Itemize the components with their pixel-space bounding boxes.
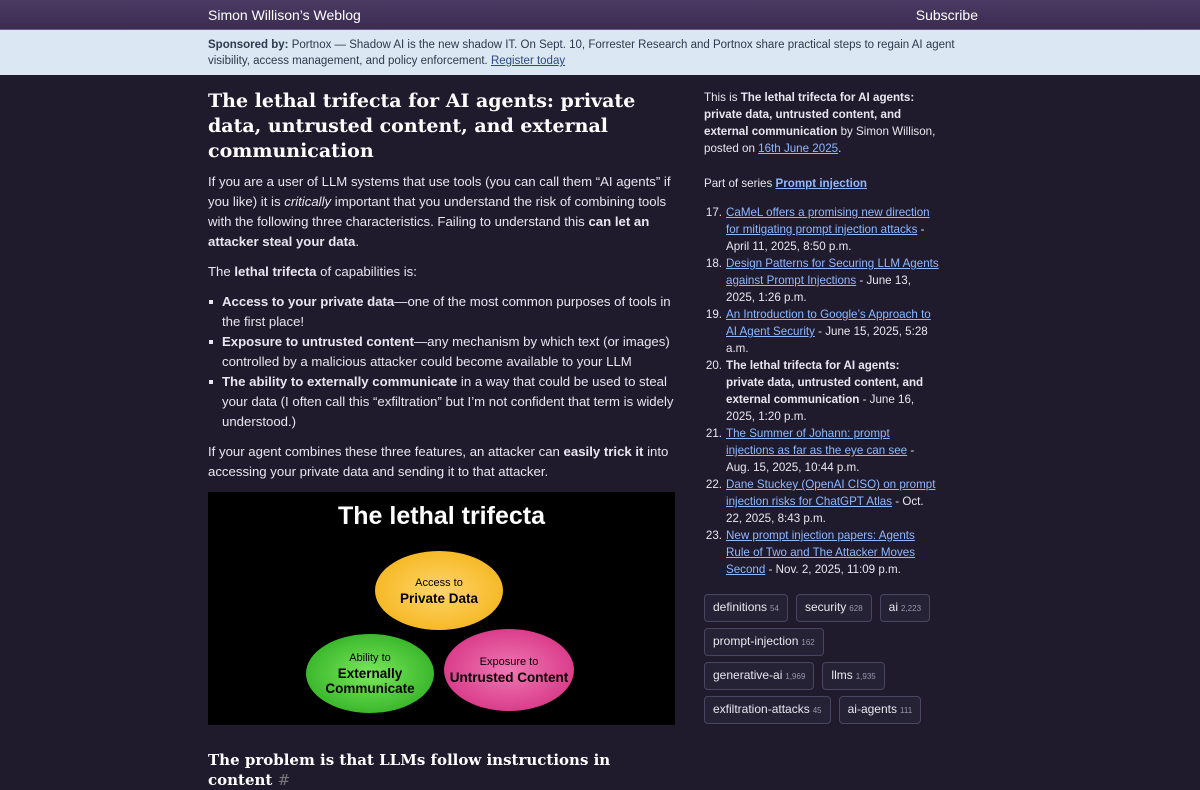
text: This is <box>704 91 741 104</box>
text: If your agent combines these three featu… <box>208 444 564 459</box>
list-item-strong: Access to your private data <box>222 294 395 309</box>
site-header: Simon Willison’s Weblog Subscribe <box>0 0 1200 30</box>
list-item: The ability to externally communicate in… <box>209 372 678 432</box>
tag-name: security <box>804 600 847 614</box>
article-paragraph-2: The lethal trifecta of capabilities is: <box>208 262 678 282</box>
tag-name: generative-ai <box>713 668 783 682</box>
tag-name: prompt-injection <box>713 634 799 648</box>
section-anchor-link[interactable]: # <box>278 771 291 789</box>
tag-prompt-injection[interactable]: prompt-injection 162 <box>704 628 824 656</box>
list-item-strong: The ability to externally communicate <box>222 374 458 389</box>
ellipse-small-label: Access to <box>415 576 463 589</box>
series-item: 23. New prompt injection papers: Agents R… <box>704 527 940 578</box>
tag-name: llms <box>831 668 853 682</box>
text: . <box>355 234 360 249</box>
series-item-link[interactable]: The Summer of Johann: prompt injections … <box>726 427 907 457</box>
sponsor-text: Portnox — Shadow AI is the new shadow IT… <box>208 39 955 67</box>
list-item: Exposure to untrusted content—any mechan… <box>209 332 678 372</box>
tag-name: exfiltration-attacks <box>713 702 810 716</box>
series-list: 17. CaMeL offers a promising new directio… <box>704 204 940 578</box>
post-meta: This is The lethal trifecta for AI agent… <box>704 89 940 157</box>
ellipse-big-label: Communicate <box>325 681 415 696</box>
ellipse-big-label: Untrusted Content <box>449 670 569 685</box>
sponsor-label: Sponsored by: <box>208 39 289 51</box>
tag-count: 2,223 <box>901 604 922 613</box>
ellipse-big-label: Externally <box>337 666 403 681</box>
tag-count: 162 <box>801 638 815 647</box>
series-num: 23. <box>705 529 722 542</box>
text: of capabilities is: <box>316 264 417 279</box>
subscribe-link[interactable]: Subscribe <box>916 7 978 23</box>
series-item: 18. Design Patterns for Securing LLM Agen… <box>704 255 940 306</box>
section-heading: The problem is that LLMs follow instruct… <box>208 750 678 790</box>
tag-name: definitions <box>713 600 768 614</box>
sidebar: This is The lethal trifecta for AI agent… <box>704 89 940 724</box>
article-paragraph-1: If you are a user of LLM systems that us… <box>208 172 678 252</box>
series-num: 19. <box>705 308 722 321</box>
private-data-ellipse: Access to Private Data <box>375 551 503 630</box>
series-num: 18. <box>705 257 722 270</box>
article: The lethal trifecta for AI agents: priva… <box>208 89 678 790</box>
tag-count: 45 <box>812 706 822 715</box>
emphasis: critically <box>284 194 332 209</box>
text: Part of series <box>704 177 776 190</box>
tag-exfiltration-attacks[interactable]: exfiltration-attacks 45 <box>704 696 831 724</box>
tag-count: 1,969 <box>785 672 806 681</box>
ellipse-small-label: Exposure to <box>479 656 539 668</box>
tag-generative-ai[interactable]: generative-ai 1,969 <box>704 662 815 690</box>
series-item: 19. An Introduction to Google’s Approach … <box>704 306 940 357</box>
series-item-link[interactable]: CaMeL offers a promising new direction f… <box>726 206 930 236</box>
trifecta-list: Access to your private data—one of the m… <box>208 292 678 432</box>
series-link[interactable]: Prompt injection <box>776 177 867 190</box>
series-item: 22. Dane Stuckey (OpenAI CISO) on prompt … <box>704 476 940 527</box>
post-date-link[interactable]: 16th June 2025 <box>758 142 838 155</box>
diagram-title: The lethal trifecta <box>338 502 545 530</box>
tag-count: 628 <box>849 604 863 613</box>
text: . <box>838 142 842 155</box>
tag-count: 54 <box>770 604 779 613</box>
series-item: 21. The Summer of Johann: prompt injectio… <box>704 425 940 476</box>
series-label: Part of series Prompt injection <box>704 175 940 192</box>
article-title: The lethal trifecta for AI agents: priva… <box>208 90 636 162</box>
external-communicate-ellipse: Ability to Externally Communicate <box>306 634 434 713</box>
tag-ai[interactable]: ai 2,223 <box>879 594 931 622</box>
tag-name: ai <box>888 600 898 614</box>
tag-ai-agents[interactable]: ai-agents 111 <box>838 696 922 724</box>
ellipse-small-label: Ability to <box>349 652 391 664</box>
site-brand-link[interactable]: Simon Willison’s Weblog <box>208 7 361 23</box>
series-num: 17. <box>705 206 722 219</box>
series-num: 22. <box>705 478 722 491</box>
series-item-date: - Nov. 2, 2025, 11:09 p.m. <box>765 563 901 576</box>
tag-list: definitions 54 security 628 ai 2,223 prompt… <box>704 594 940 724</box>
list-item: Access to your private data—one of the m… <box>209 292 678 332</box>
sponsor-register-link[interactable]: Register today <box>491 55 565 67</box>
strong-text: lethal trifecta <box>234 264 317 279</box>
tag-security[interactable]: security 628 <box>795 594 872 622</box>
section-heading-text: The problem is that LLMs follow instruct… <box>208 751 611 789</box>
series-num: 21. <box>705 427 722 440</box>
tag-definitions[interactable]: definitions 54 <box>704 594 788 622</box>
tag-name: ai-agents <box>847 702 897 716</box>
tag-count: 1,935 <box>855 672 876 681</box>
sponsor-banner: Sponsored by: Portnox — Shadow AI is the… <box>0 30 1200 75</box>
untrusted-content-ellipse: Exposure to Untrusted Content <box>444 629 574 711</box>
series-item: 17. CaMeL offers a promising new directio… <box>704 204 940 255</box>
strong-text: easily trick it <box>563 444 644 459</box>
series-num: 20. <box>705 359 722 372</box>
list-item-strong: Exposure to untrusted content <box>222 334 414 349</box>
lethal-trifecta-diagram: The lethal trifecta Access to Private Da… <box>208 492 675 725</box>
article-paragraph-3: If your agent combines these three featu… <box>208 442 678 482</box>
tag-llms[interactable]: llms 1,935 <box>822 662 885 690</box>
ellipse-big-label: Private Data <box>399 590 479 606</box>
tag-count: 111 <box>899 706 913 715</box>
text: The <box>208 264 235 279</box>
series-item-current: 20. The lethal trifecta for AI agents: pr… <box>704 357 940 425</box>
